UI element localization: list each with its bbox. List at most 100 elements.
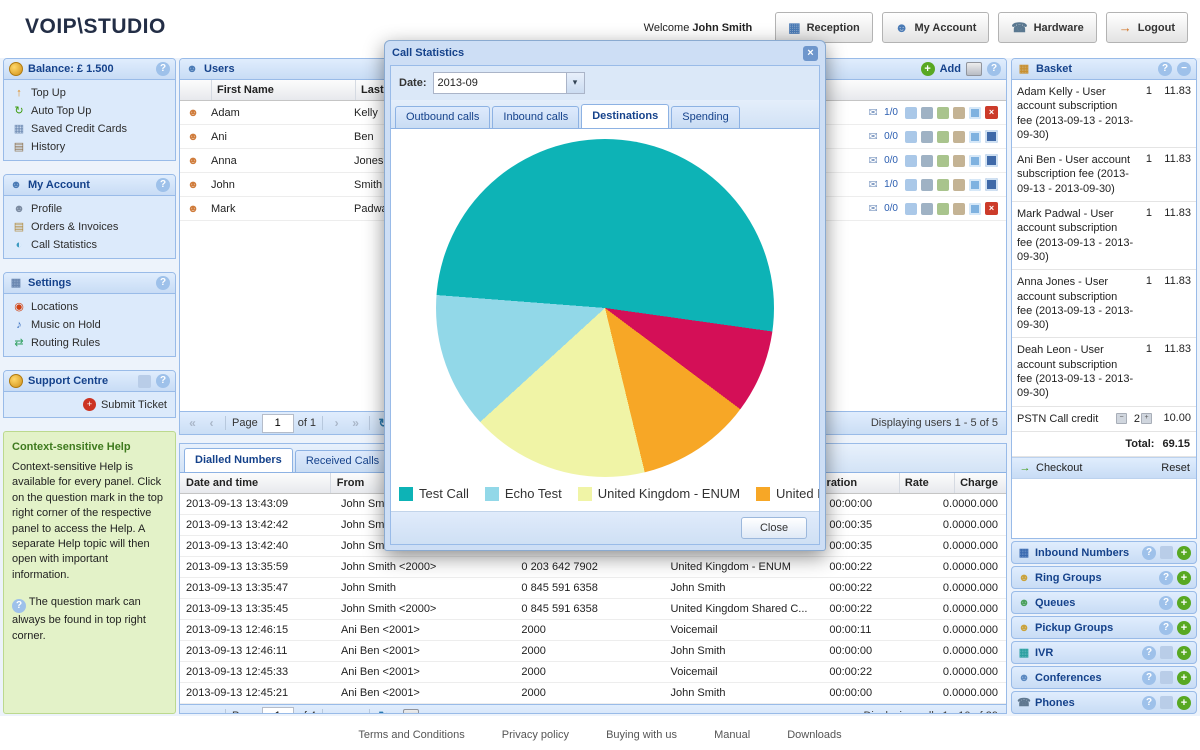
chat-icon[interactable] (905, 178, 917, 191)
add-icon[interactable]: + (1177, 595, 1191, 610)
add-icon[interactable]: + (1177, 695, 1191, 710)
sidebar-item-music-on-hold[interactable]: ♪ Music on Hold (6, 316, 173, 334)
hardware-button[interactable]: ☎ Hardware (998, 12, 1097, 43)
monitor-icon[interactable] (969, 202, 981, 215)
footer-link-privacy[interactable]: Privacy policy (502, 729, 569, 741)
chevron-down-icon[interactable]: ▾ (565, 73, 584, 93)
close-icon[interactable]: × (803, 45, 818, 61)
panel-phones[interactable]: ☎ Phones ? + (1011, 691, 1197, 714)
add-user-button[interactable]: Add (940, 63, 961, 75)
help-icon[interactable]: ? (156, 178, 170, 192)
tab-outbound-calls[interactable]: Outbound calls (395, 106, 491, 128)
logout-button[interactable]: → Logout (1105, 12, 1188, 43)
checkout-button[interactable]: Checkout (1036, 462, 1082, 474)
panel-conferences[interactable]: ☻ Conferences ? + (1011, 666, 1197, 689)
thumbs-icon[interactable] (937, 106, 949, 119)
table-row[interactable]: 2013-09-13 13:35:45 John Smith <2000> 0 84… (180, 599, 1006, 620)
voicemail-icon[interactable]: ✉ (866, 154, 880, 168)
email-icon[interactable] (953, 154, 965, 167)
email-icon[interactable] (953, 106, 965, 119)
tab-inbound-calls[interactable]: Inbound calls (492, 106, 580, 128)
monitor-icon[interactable] (969, 130, 981, 143)
help-icon[interactable]: ? (1142, 645, 1156, 660)
footer-link-terms[interactable]: Terms and Conditions (358, 729, 464, 741)
gear-icon[interactable] (138, 374, 151, 388)
panel-pickup-groups[interactable]: ☻ Pickup Groups ? + (1011, 616, 1197, 639)
sidebar-item-profile[interactable]: ☻ Profile (6, 200, 173, 218)
sidebar-item-locations[interactable]: ◉ Locations (6, 298, 173, 316)
chat-icon[interactable] (905, 202, 917, 215)
panel-ring-groups[interactable]: ☻ Ring Groups ? + (1011, 566, 1197, 589)
decrease-qty-icon[interactable]: − (1116, 413, 1127, 425)
prev-page-icon[interactable]: ‹ (204, 415, 219, 431)
last-page-icon[interactable]: » (348, 415, 363, 431)
last-page-icon[interactable]: » (348, 708, 363, 713)
thumbs-icon[interactable] (937, 202, 949, 215)
help-icon[interactable]: ? (1159, 570, 1173, 585)
gear-icon[interactable] (1160, 696, 1173, 709)
dialog-titlebar[interactable]: Call Statistics × (390, 41, 820, 65)
tab-received-calls[interactable]: Received Calls (294, 450, 391, 472)
prev-page-icon[interactable]: ‹ (204, 708, 219, 713)
first-page-icon[interactable]: « (185, 415, 200, 431)
tab-spending[interactable]: Spending (671, 106, 740, 128)
sidebar-item-history[interactable]: ▤ History (6, 138, 173, 156)
page-input[interactable] (261, 413, 294, 433)
screen-icon[interactable] (985, 154, 998, 167)
table-row[interactable]: 2013-09-13 12:45:33 Ani Ben <2001> 2000 Voi… (180, 662, 1006, 683)
delete-icon[interactable]: × (985, 202, 998, 215)
sidebar-item-orders-invoices[interactable]: ▤ Orders & Invoices (6, 218, 173, 236)
thumbs-icon[interactable] (937, 130, 949, 143)
date-input[interactable] (433, 73, 566, 93)
submit-ticket-button[interactable]: + Submit Ticket (77, 396, 173, 413)
panel-inbound-numbers[interactable]: ▦ Inbound Numbers ? + (1011, 541, 1197, 564)
help-icon[interactable]: ? (1142, 670, 1156, 685)
page-input[interactable] (261, 706, 294, 713)
close-button[interactable]: Close (741, 517, 807, 539)
email-icon[interactable] (953, 178, 965, 191)
delete-icon[interactable]: × (985, 106, 998, 119)
presence-icon[interactable] (921, 106, 933, 119)
my-account-button[interactable]: ☻ My Account (881, 12, 990, 43)
gear-icon[interactable] (1160, 646, 1173, 659)
help-icon[interactable]: ? (1159, 595, 1173, 610)
email-icon[interactable] (953, 202, 965, 215)
monitor-icon[interactable] (969, 154, 981, 167)
next-page-icon[interactable]: › (329, 415, 344, 431)
voicemail-icon[interactable]: ✉ (866, 202, 880, 216)
tab-destinations[interactable]: Destinations (581, 104, 670, 128)
add-icon[interactable]: + (1177, 620, 1191, 635)
date-select[interactable]: ▾ (432, 72, 585, 94)
voicemail-icon[interactable]: ✉ (866, 106, 880, 120)
help-icon[interactable]: ? (156, 276, 170, 290)
gear-icon[interactable] (1160, 671, 1173, 684)
table-row[interactable]: 2013-09-13 13:35:59 John Smith <2000> 0 20… (180, 557, 1006, 578)
voicemail-icon[interactable]: ✉ (866, 130, 880, 144)
presence-icon[interactable] (921, 130, 933, 143)
collapse-icon[interactable]: − (1177, 62, 1191, 76)
chat-icon[interactable] (905, 154, 917, 167)
next-page-icon[interactable]: › (329, 708, 344, 713)
help-icon[interactable]: ? (156, 374, 170, 388)
presence-icon[interactable] (921, 154, 933, 167)
monitor-icon[interactable] (969, 106, 981, 119)
help-icon[interactable]: ? (1142, 695, 1156, 710)
chat-icon[interactable] (905, 130, 917, 143)
column-charge[interactable]: Charge (955, 473, 1006, 493)
reset-button[interactable]: Reset (1161, 462, 1190, 474)
tab-dialled-numbers[interactable]: Dialled Numbers (184, 448, 293, 472)
footer-link-downloads[interactable]: Downloads (787, 729, 841, 741)
increase-qty-icon[interactable]: + (1141, 413, 1152, 425)
presence-icon[interactable] (921, 202, 933, 215)
table-row[interactable]: 2013-09-13 12:46:15 Ani Ben <2001> 2000 Voi… (180, 620, 1006, 641)
add-icon[interactable]: + (1177, 545, 1191, 560)
sidebar-item-call-statistics[interactable]: ◐ Call Statistics (6, 236, 173, 254)
print-icon[interactable] (403, 709, 420, 713)
print-icon[interactable] (966, 62, 982, 76)
gear-icon[interactable] (1160, 546, 1173, 559)
help-icon[interactable]: ? (1159, 620, 1173, 635)
first-page-icon[interactable]: « (185, 708, 200, 713)
thumbs-icon[interactable] (937, 178, 949, 191)
column-date-time[interactable]: Date and time (180, 473, 331, 493)
help-icon[interactable]: ? (1142, 545, 1156, 560)
